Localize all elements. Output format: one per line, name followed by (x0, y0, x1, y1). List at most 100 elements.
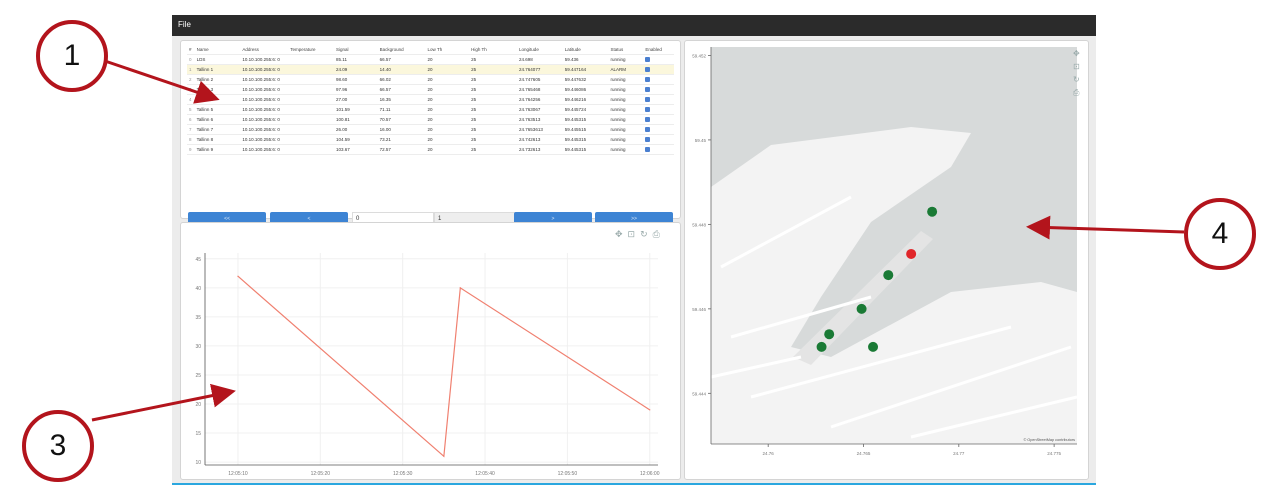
table-cell: 1 (187, 64, 195, 75)
table-cell (288, 104, 335, 115)
table-cell: 59.445724 (562, 104, 609, 115)
table-row[interactable]: 0 LDS 10.10.100.255:6: 0 85.11 66.57 20 25 24.6… (187, 54, 674, 65)
checkbox-icon[interactable] (645, 97, 651, 103)
enabled-checkbox[interactable] (643, 104, 674, 115)
checkbox-icon[interactable] (645, 107, 651, 113)
column-header[interactable]: Address (240, 45, 289, 55)
enabled-checkbox[interactable] (643, 64, 674, 75)
map-x-tick-label: 24.76 (763, 451, 775, 456)
map-x-tick-label: 24.77 (953, 451, 965, 456)
table-row[interactable]: 2 Tallinn 2 10.10.100.255:6: 0 98.60 66.02 20… (187, 74, 674, 85)
checkbox-icon[interactable] (645, 137, 651, 143)
sensor-table[interactable]: # Name Address Temperature Signal Background L… (187, 45, 674, 155)
column-header[interactable]: Name (194, 45, 241, 55)
column-header[interactable]: # (187, 45, 195, 55)
column-header[interactable]: Status (608, 45, 644, 55)
table-cell: 20 (425, 104, 470, 115)
column-header[interactable]: Temperature (288, 45, 335, 55)
sensor-marker[interactable] (927, 206, 938, 217)
table-cell (288, 124, 335, 135)
table-row[interactable]: 9 Tallinn 9 10.10.100.255:6: 0 103.67 72.57 2… (187, 144, 674, 155)
table-cell: 24.763513 (517, 114, 563, 125)
map-x-tick-label: 24.765 (857, 451, 871, 456)
table-row[interactable]: 6 Tallinn 6 10.10.100.255:6: 0 100.81 70.57 2… (187, 114, 674, 125)
enabled-checkbox[interactable] (643, 144, 674, 155)
table-cell (288, 54, 335, 65)
enabled-checkbox[interactable] (643, 114, 674, 125)
enabled-checkbox[interactable] (643, 94, 674, 105)
table-row[interactable]: 5 Tallinn 5 10.10.100.255:6: 0 101.59 71.11 2… (187, 104, 674, 115)
box-zoom-icon[interactable]: ⊡ (1073, 62, 1080, 71)
sensor-marker[interactable] (883, 270, 894, 281)
sensor-marker[interactable] (816, 341, 827, 352)
table-row[interactable]: 7 Tallinn 7 10.10.100.255:6: 0 26.00 16.00 20… (187, 124, 674, 135)
table-cell: 100.81 (334, 114, 378, 125)
table-cell (288, 84, 335, 95)
table-cell: Tallinn 9 (194, 144, 241, 155)
table-cell: 103.67 (334, 144, 378, 155)
enabled-checkbox[interactable] (643, 84, 674, 95)
table-row[interactable]: 8 Tallinn 8 10.10.100.255:6: 0 104.59 73.21 2… (187, 134, 674, 145)
map-toolbar: ✥ ⊡ ↻ ⎙ (1073, 49, 1080, 98)
checkbox-icon[interactable] (645, 117, 651, 123)
enabled-checkbox[interactable] (643, 54, 674, 65)
table-cell: 59.445315 (562, 114, 609, 125)
y-tick-label: 25 (195, 373, 201, 379)
y-tick-label: 20 (195, 402, 201, 408)
alarm-sensor-marker[interactable] (906, 248, 917, 259)
table-cell: 20 (425, 134, 470, 145)
table-row[interactable]: 1 Tallinn 1 10.10.100.255:6: 0 24.09 14.40 20… (187, 64, 674, 75)
enabled-checkbox[interactable] (643, 74, 674, 85)
table-cell: 20 (425, 144, 470, 155)
column-header[interactable]: Latitude (562, 45, 609, 55)
table-cell: 24.732613 (517, 144, 563, 155)
save-icon[interactable]: ⎙ (1073, 88, 1080, 98)
checkbox-icon[interactable] (645, 87, 651, 93)
column-header[interactable]: High Th (469, 45, 518, 55)
sensor-marker[interactable] (856, 303, 867, 314)
sensor-marker[interactable] (868, 341, 879, 352)
sensor-marker[interactable] (824, 329, 835, 340)
table-cell: 20 (425, 94, 470, 105)
table-cell: 66.02 (377, 74, 426, 85)
file-menu[interactable]: File (178, 20, 191, 29)
x-tick-label: 12:05:20 (311, 471, 331, 477)
column-header[interactable]: Enabled (643, 45, 674, 55)
table-row[interactable]: 4 Tallinn 4 10.10.100.255:6: 0 27.00 16.35 20… (187, 94, 674, 105)
checkbox-icon[interactable] (645, 57, 651, 63)
signal-chart-panel: ✥ ⊡ ↻ ⎙ 10 15 20 25 30 35 40 45 12:05:10 12:05:20… (180, 222, 681, 480)
column-header[interactable]: Longitude (517, 45, 563, 55)
column-header[interactable]: Low Th (425, 45, 470, 55)
checkbox-icon[interactable] (645, 67, 651, 73)
table-cell: 10.10.100.255:6: 0 (240, 104, 289, 115)
column-header[interactable]: Signal (334, 45, 378, 55)
checkbox-icon[interactable] (645, 127, 651, 133)
sensor-map[interactable]: 59.452 59.45 59.448 59.446 59.444 24.76 24.765… (685, 41, 1088, 479)
table-cell: 25 (469, 94, 518, 105)
annotation-badge-4: 4 (1184, 198, 1256, 270)
x-tick-label: 12:05:50 (558, 471, 578, 477)
column-header[interactable]: Background (377, 45, 426, 55)
table-row[interactable]: 3 Tallinn 3 10.10.100.255:6: 0 97.96 66.57 20… (187, 84, 674, 95)
table-cell (288, 134, 335, 145)
y-tick-label: 40 (195, 286, 201, 292)
map-y-tick-label: 59.446 (692, 307, 706, 312)
enabled-checkbox[interactable] (643, 134, 674, 145)
checkbox-icon[interactable] (645, 77, 651, 83)
table-cell: 20 (425, 114, 470, 125)
x-tick-label: 12:05:10 (228, 471, 248, 477)
signal-line-chart[interactable]: 10 15 20 25 30 35 40 45 12:05:10 12:05:20 12:05:30… (181, 223, 680, 479)
pan-icon[interactable]: ✥ (1073, 49, 1080, 58)
table-cell: 66.57 (377, 54, 426, 65)
dashboard-window: File # Name Address Temperature Signal Backgr… (172, 15, 1096, 485)
table-cell (288, 114, 335, 125)
reset-icon[interactable]: ↻ (1073, 75, 1080, 84)
table-cell: 25 (469, 74, 518, 85)
table-cell: 6 (187, 114, 195, 125)
annotation-badge-1: 1 (36, 20, 108, 92)
table-cell: 59.447164 (562, 64, 609, 75)
enabled-checkbox[interactable] (643, 124, 674, 135)
table-cell: 25 (469, 114, 518, 125)
checkbox-icon[interactable] (645, 147, 651, 153)
map-y-tick-label: 59.452 (692, 53, 706, 58)
